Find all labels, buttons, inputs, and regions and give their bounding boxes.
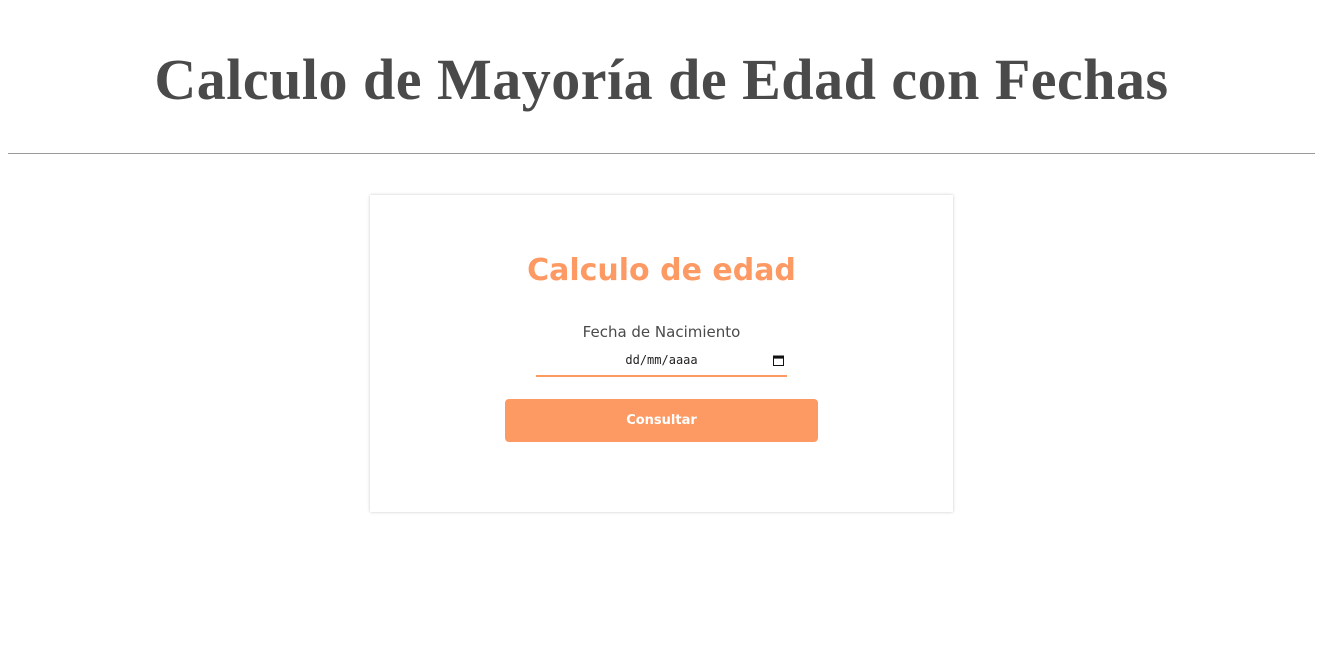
birthdate-placeholder: dd/mm/aaaa bbox=[625, 353, 698, 367]
form-title: Calculo de edad bbox=[527, 253, 796, 288]
consultar-button[interactable]: Consultar bbox=[505, 399, 818, 442]
birthdate-label: Fecha de Nacimiento bbox=[582, 323, 741, 341]
header-divider bbox=[8, 153, 1315, 154]
page-title: Calculo de Mayoría de Edad con Fechas bbox=[154, 47, 1169, 112]
birthdate-input[interactable]: dd/mm/aaaa bbox=[536, 347, 787, 377]
age-form-card: Calculo de edad Fecha de Nacimiento dd/m… bbox=[370, 195, 953, 512]
calendar-icon[interactable] bbox=[773, 353, 784, 366]
